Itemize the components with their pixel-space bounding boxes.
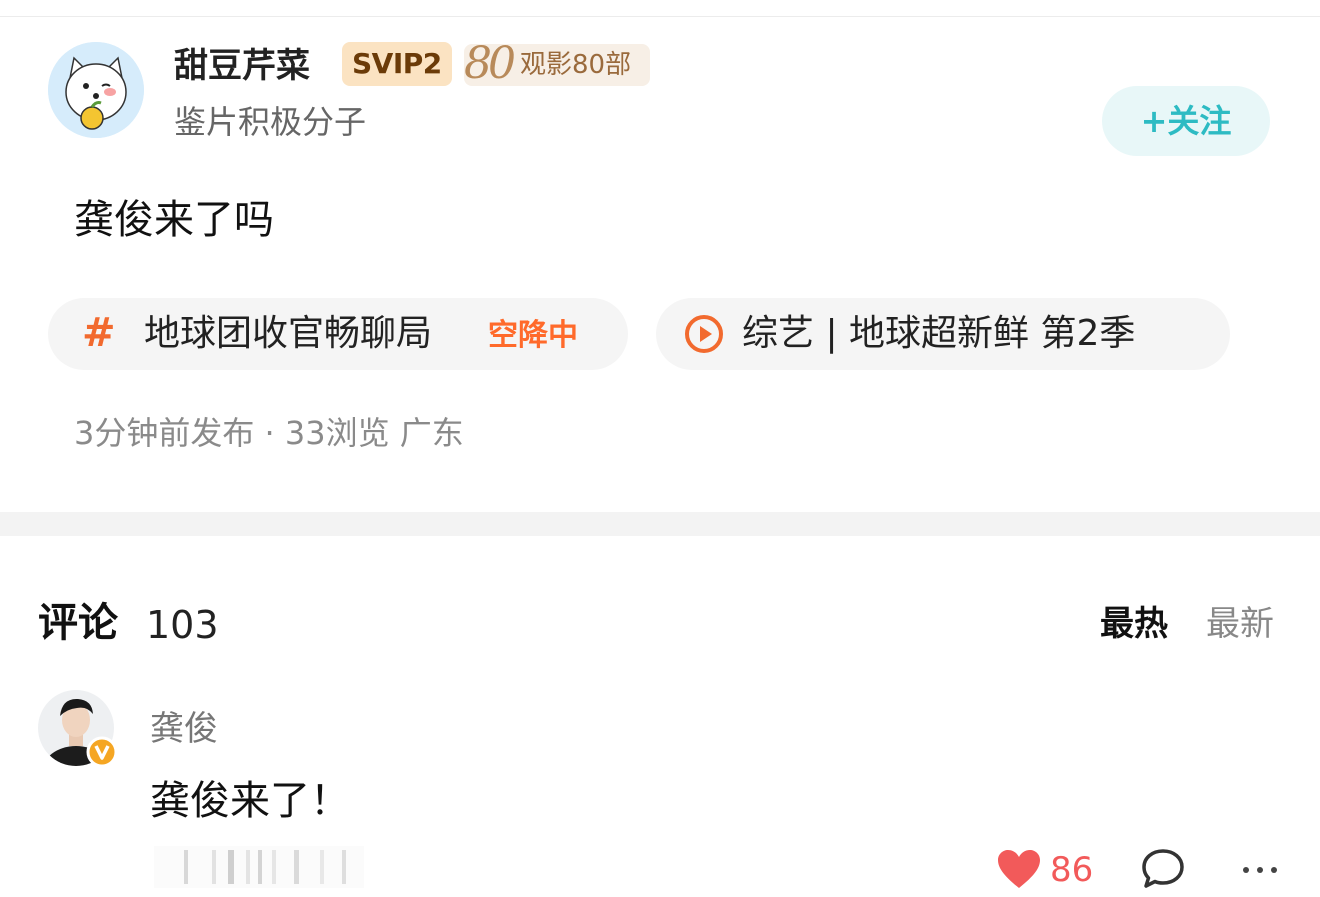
show-tag[interactable]: 综艺 | 地球超新鲜 第2季 xyxy=(656,298,1230,370)
watch-count-label: 观影80部 xyxy=(520,50,632,80)
comment-attachment-strip xyxy=(154,846,364,888)
dog-avatar-icon xyxy=(48,42,144,138)
follow-button[interactable]: +关注 xyxy=(1102,86,1270,156)
person-avatar-icon xyxy=(38,690,118,768)
svip-badge: SVIP2 xyxy=(342,42,452,86)
post-meta: 3分钟前发布 · 33浏览 广东 xyxy=(74,414,464,452)
comment-author[interactable]: 龚俊 xyxy=(150,706,218,752)
sort-new-tab[interactable]: 最新 xyxy=(1206,600,1274,648)
section-divider xyxy=(0,512,1320,536)
more-options-icon[interactable] xyxy=(1240,860,1280,880)
user-avatar[interactable] xyxy=(48,42,144,138)
watch-count-number: 80 xyxy=(464,38,516,89)
author-title: 鉴片积极分子 xyxy=(174,103,367,141)
play-icon xyxy=(685,315,723,353)
commenter-avatar[interactable] xyxy=(38,688,122,772)
comment-text: 龚俊来了！ xyxy=(150,778,350,824)
show-tag-label: 综艺 | 地球超新鲜 第2季 xyxy=(742,313,1136,354)
sort-hot-tab[interactable]: 最热 xyxy=(1100,600,1168,648)
post-text: 龚俊来了吗 xyxy=(74,197,274,243)
author-name[interactable]: 甜豆芹菜 xyxy=(174,42,310,90)
comments-title: 评论 xyxy=(38,600,118,646)
comment-bubble-icon[interactable] xyxy=(1140,846,1186,892)
like-count: 86 xyxy=(1050,850,1094,890)
hash-icon: # xyxy=(82,310,116,356)
top-divider xyxy=(0,16,1320,17)
heart-icon[interactable] xyxy=(996,848,1042,890)
watch-count-badge: 80 观影80部 xyxy=(464,38,650,89)
topic-tag-label: 地球团收官畅聊局 xyxy=(144,313,433,354)
comments-count: 103 xyxy=(146,603,219,647)
live-badge: 空降中 xyxy=(488,318,578,353)
topic-tag[interactable]: # 地球团收官畅聊局 空降中 xyxy=(48,298,628,370)
